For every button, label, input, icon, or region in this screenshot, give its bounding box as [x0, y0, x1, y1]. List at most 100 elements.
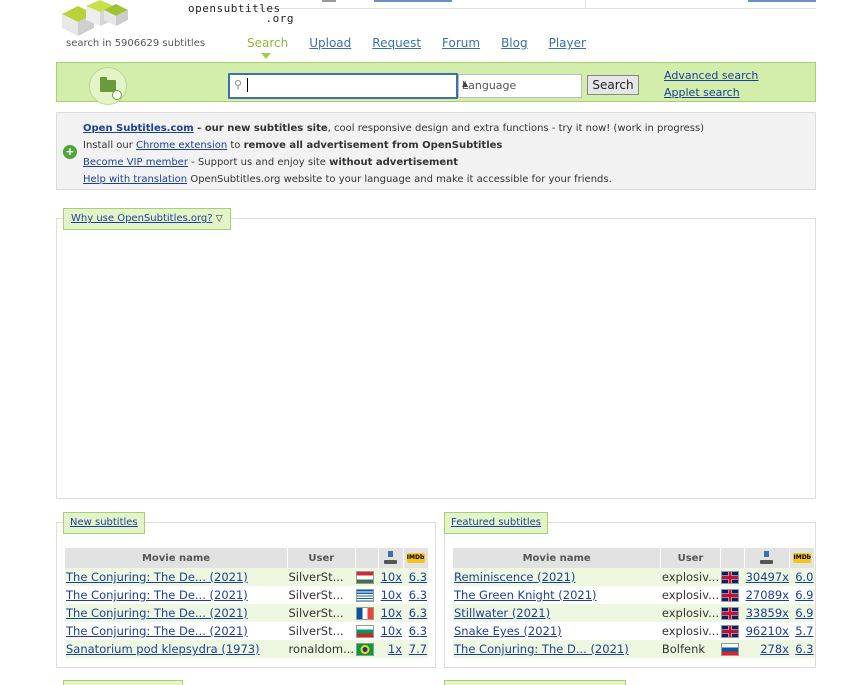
downloads-cell: 33859x	[744, 604, 790, 622]
flag-cell	[355, 640, 379, 658]
imdb-cell: 5.7	[789, 622, 815, 640]
nav-forum[interactable]: Forum	[442, 36, 480, 50]
downloads-link[interactable]: 96210x	[746, 624, 789, 638]
table-row: Stillwater (2021) explosiv... 33859x 6.9	[453, 604, 815, 622]
info-line-3-bold: without advertisement	[329, 157, 459, 168]
chrome-extension-link[interactable]: Chrome extension	[136, 140, 227, 151]
downloads-link[interactable]: 10x	[381, 570, 402, 584]
imdb-cell: 6.3	[403, 604, 429, 622]
info-line-1: Open Subtitles.com - our new subtitles s…	[83, 120, 704, 137]
top-link-fragment[interactable]	[322, 0, 336, 2]
downloads-link[interactable]: 1x	[388, 642, 402, 656]
imdb-cell: 7.7	[403, 640, 429, 658]
movie-link[interactable]: The Conjuring: The De... (2021)	[66, 606, 248, 620]
downloads-link[interactable]: 10x	[381, 588, 402, 602]
featured-subtitles-link[interactable]: Featured subtitles	[451, 517, 541, 528]
downloads-link[interactable]: 278x	[760, 642, 789, 656]
help-translation-link[interactable]: Help with translation	[83, 174, 187, 185]
movie-link[interactable]: The Conjuring: The De... (2021)	[66, 570, 248, 584]
col-downloads	[744, 548, 791, 568]
user-cell[interactable]: explosiv...	[660, 568, 721, 586]
imdb-link[interactable]: 6.3	[795, 642, 813, 656]
nav-upload[interactable]: Upload	[309, 36, 351, 50]
site-logo[interactable]: opensubtitles .org	[60, 0, 294, 36]
flag-cell	[720, 586, 745, 604]
featured-subtitles-table: Movie name User IMDb Reminiscence (2021)…	[453, 548, 815, 658]
next-section-tab[interactable]	[444, 680, 626, 685]
imdb-cell: 6.0	[789, 568, 815, 586]
download-icon	[760, 551, 774, 565]
movie-link[interactable]: The Conjuring: The De... (2021)	[66, 624, 248, 638]
col-user: User	[287, 548, 356, 568]
text-caret	[247, 78, 248, 92]
movie-link[interactable]: Stillwater (2021)	[454, 606, 550, 620]
why-tab[interactable]: Why use OpenSubtitles.org? ▽	[63, 208, 231, 230]
info-line-1-bold: - our new subtitles site	[193, 123, 328, 134]
user-cell[interactable]: SilverSt...	[287, 568, 356, 586]
info-line-4: Help with translation OpenSubtitles.org …	[83, 171, 704, 188]
imdb-link[interactable]: 7.7	[409, 642, 427, 656]
movie-link[interactable]: Snake Eyes (2021)	[454, 624, 562, 638]
featured-subtitles-tab[interactable]: Featured subtitles	[444, 512, 548, 534]
vip-member-link[interactable]: Become VIP member	[83, 157, 188, 168]
new-subtitles-table: Movie name User IMDb The Conjuring: The …	[65, 548, 429, 658]
nav-blog[interactable]: Blog	[501, 36, 528, 50]
imdb-link[interactable]: 6.9	[795, 588, 813, 602]
imdb-link[interactable]: 6.3	[409, 606, 427, 620]
movie-cell: The Conjuring: The De... (2021)	[65, 568, 288, 586]
downloads-cell: 10x	[378, 568, 404, 586]
opensubtitles-com-link[interactable]: Open Subtitles.com	[83, 123, 194, 134]
movie-link[interactable]: Reminiscence (2021)	[454, 570, 575, 584]
user-cell[interactable]: explosiv...	[660, 622, 721, 640]
table-row: The Conjuring: The De... (2021) SilverSt.…	[65, 622, 429, 640]
user-cell[interactable]: explosiv...	[660, 604, 721, 622]
imdb-link[interactable]: 6.3	[409, 570, 427, 584]
imdb-cell: 6.9	[789, 604, 815, 622]
user-cell[interactable]: ronaldom...	[287, 640, 356, 658]
applet-search-link[interactable]: Applet search	[664, 84, 758, 101]
user-cell[interactable]: SilverSt...	[287, 604, 356, 622]
why-section	[56, 218, 816, 499]
table-row: The Green Knight (2021) explosiv... 27089x…	[453, 586, 815, 604]
new-subtitles-link[interactable]: New subtitles	[70, 517, 138, 528]
bg-flag-icon	[356, 625, 375, 638]
movie-link[interactable]: The Conjuring: The De... (2021)	[66, 588, 248, 602]
user-cell[interactable]: SilverSt...	[287, 586, 356, 604]
nav-search[interactable]: Search	[247, 36, 288, 59]
imdb-link[interactable]: 6.0	[795, 570, 813, 584]
movie-link[interactable]: Sanatorium pod klepsydra (1973)	[66, 642, 260, 656]
user-cell[interactable]: Bolfenk	[660, 640, 721, 658]
gb-flag-icon	[721, 571, 740, 584]
nav-request[interactable]: Request	[372, 36, 421, 50]
why-link[interactable]: Why use OpenSubtitles.org?	[71, 213, 213, 224]
search-input[interactable]: ⚲	[228, 73, 458, 99]
top-link-fragment[interactable]	[748, 0, 816, 2]
imdb-link[interactable]: 6.3	[409, 624, 427, 638]
user-cell[interactable]: explosiv...	[660, 586, 721, 604]
downloads-link[interactable]: 33859x	[746, 606, 789, 620]
movie-link[interactable]: The Conjuring: The D... (2021)	[454, 642, 629, 656]
search-button[interactable]: Search	[587, 75, 639, 95]
flag-cell	[720, 604, 745, 622]
advanced-search-link[interactable]: Advanced search	[664, 67, 758, 84]
movie-cell: Reminiscence (2021)	[453, 568, 661, 586]
featured-subtitles-panel: Movie name User IMDb Reminiscence (2021)…	[444, 522, 816, 668]
downloads-cell: 10x	[378, 604, 404, 622]
language-select[interactable]: Language ▲	[458, 74, 582, 98]
next-section-tab[interactable]	[63, 680, 183, 685]
imdb-link[interactable]: 6.9	[795, 606, 813, 620]
new-subtitles-tab[interactable]: New subtitles	[63, 512, 145, 534]
downloads-link[interactable]: 30497x	[746, 570, 789, 584]
imdb-link[interactable]: 6.3	[409, 588, 427, 602]
movie-cell: The Green Knight (2021)	[453, 586, 661, 604]
nav-player[interactable]: Player	[549, 36, 586, 50]
downloads-link[interactable]: 10x	[381, 606, 402, 620]
top-link-fragment[interactable]	[374, 0, 452, 2]
gb-flag-icon	[721, 589, 740, 602]
user-cell[interactable]: SilverSt...	[287, 622, 356, 640]
imdb-link[interactable]: 5.7	[795, 624, 813, 638]
downloads-link[interactable]: 10x	[381, 624, 402, 638]
movie-link[interactable]: The Green Knight (2021)	[454, 588, 597, 602]
downloads-link[interactable]: 27089x	[746, 588, 789, 602]
hu-flag-icon	[356, 571, 375, 584]
